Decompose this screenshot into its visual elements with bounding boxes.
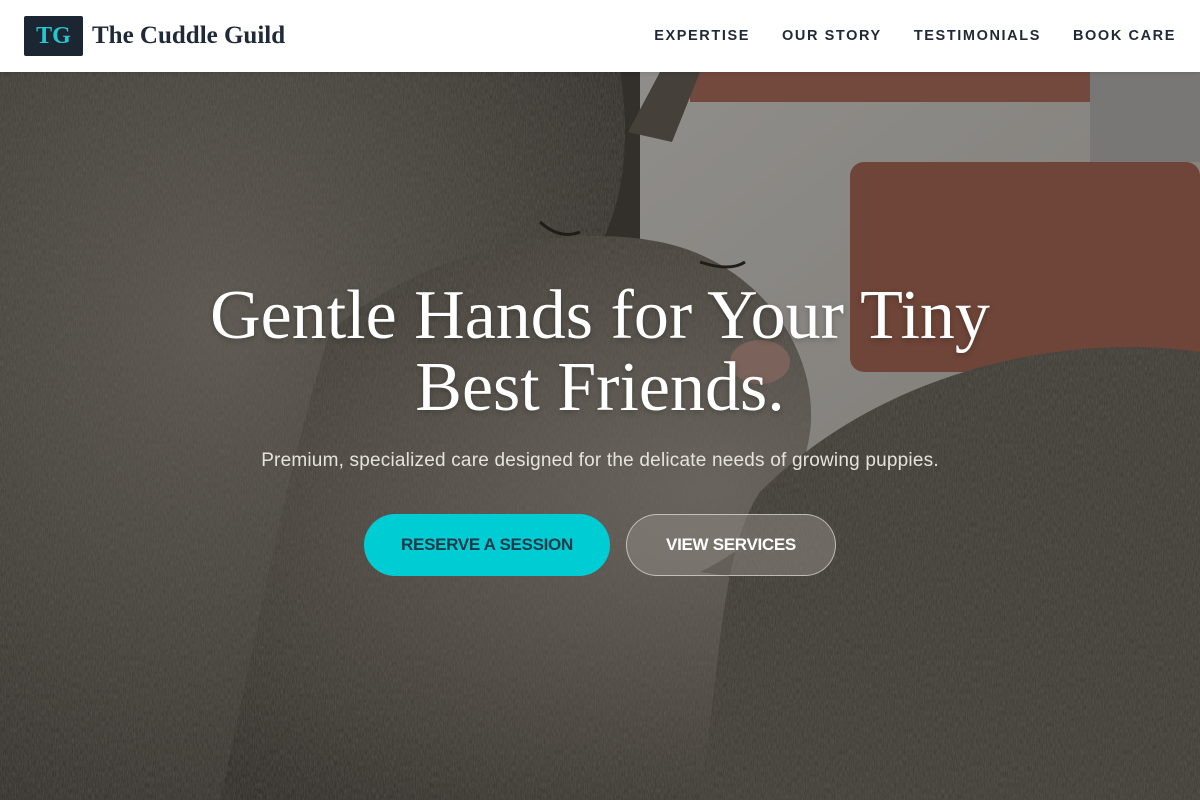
hero-content: Gentle Hands for Your Tiny Best Friends.… (0, 72, 1200, 800)
brand-mark: TG (24, 16, 83, 56)
brand-logo-link[interactable]: TG The Cuddle Guild (24, 16, 285, 56)
hero-title: Gentle Hands for Your Tiny Best Friends. (210, 277, 990, 426)
view-services-button[interactable]: VIEW SERVICES (626, 514, 836, 576)
main-nav: EXPERTISE OUR STORY TESTIMONIALS BOOK CA… (654, 28, 1176, 44)
nav-link-our-story[interactable]: OUR STORY (782, 28, 882, 44)
nav-link-testimonials[interactable]: TESTIMONIALS (914, 28, 1041, 44)
hero-subtitle: Premium, specialized care designed for t… (261, 450, 939, 471)
hero-section: Gentle Hands for Your Tiny Best Friends.… (0, 72, 1200, 800)
site-header: TG The Cuddle Guild EXPERTISE OUR STORY … (0, 0, 1200, 72)
brand-name: The Cuddle Guild (92, 22, 286, 49)
nav-link-expertise[interactable]: EXPERTISE (654, 28, 750, 44)
reserve-session-button[interactable]: RESERVE A SESSION (364, 514, 610, 576)
nav-link-book-care[interactable]: BOOK CARE (1073, 28, 1176, 44)
hero-actions: RESERVE A SESSION VIEW SERVICES (364, 514, 836, 576)
